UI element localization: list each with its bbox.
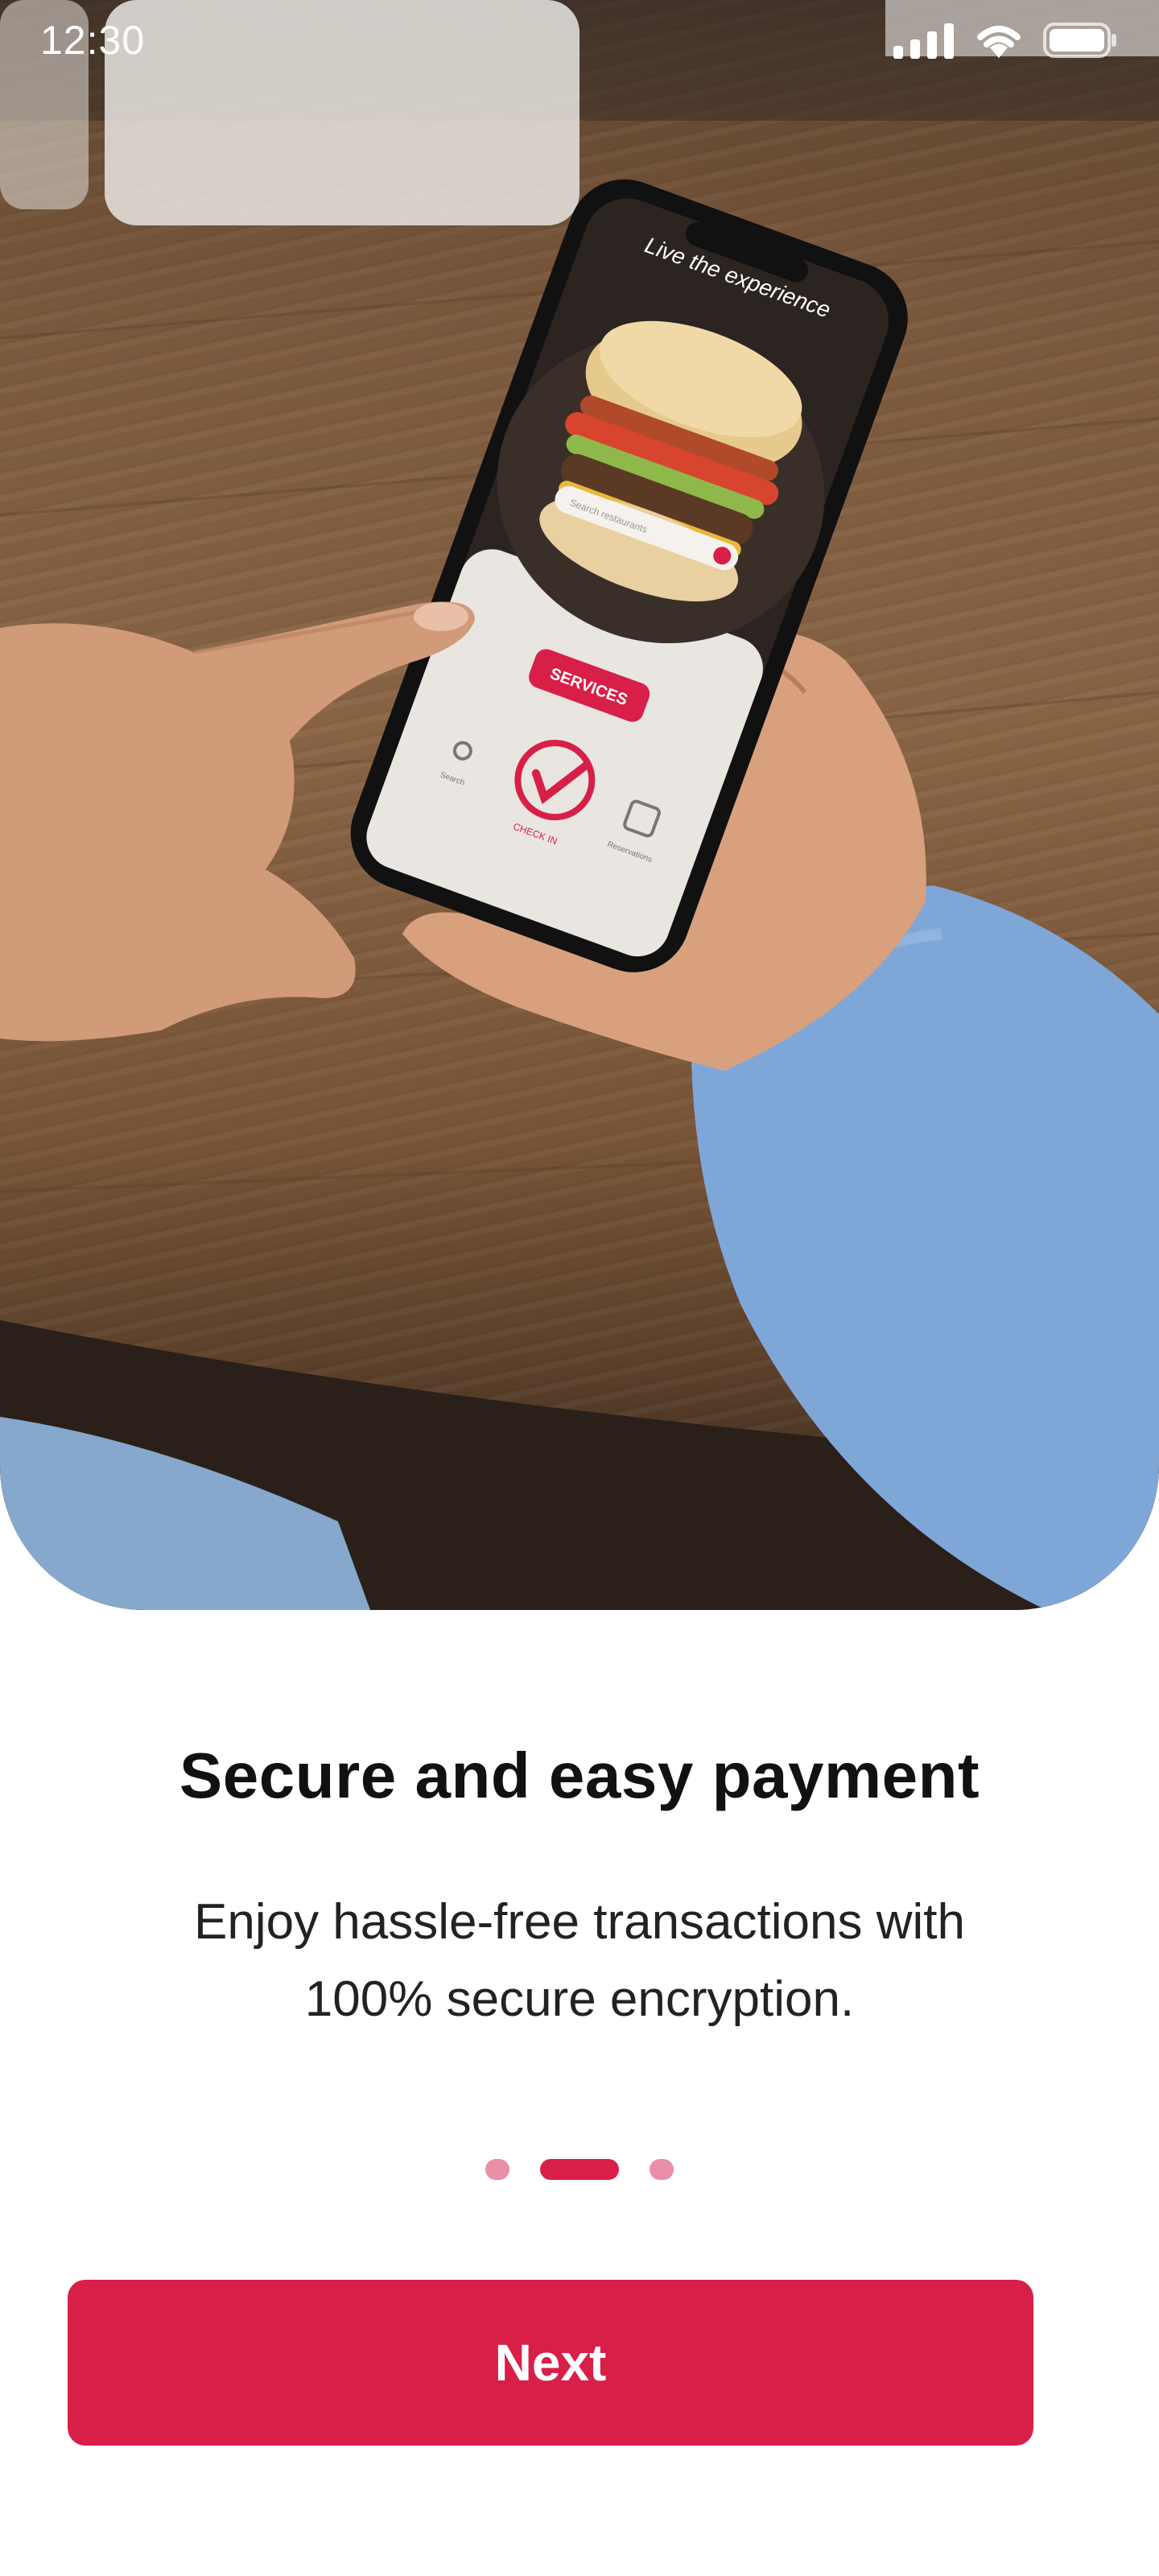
onboarding-screen: Live the experience SERVICES CHECK IN Se… (0, 0, 1159, 2576)
signal-icon (893, 22, 955, 59)
status-time: 12:30 (40, 18, 146, 63)
page-subtitle: Enjoy hassle-free transactions with 100%… (193, 1894, 965, 2027)
page-dot-1[interactable] (485, 2159, 509, 2180)
wifi-icon (972, 21, 1025, 60)
page-dot-2-active[interactable] (540, 2159, 619, 2180)
next-button[interactable]: Next (68, 2280, 1033, 2446)
page-dot-3[interactable] (650, 2159, 674, 2180)
status-icons (893, 21, 1117, 60)
status-bar: 12:30 (0, 0, 1159, 80)
page-title: Secure and easy payment (179, 1740, 980, 1811)
page-indicator (0, 2159, 1159, 2180)
hero-image: Live the experience SERVICES CHECK IN Se… (0, 0, 1159, 1610)
battery-icon (1043, 21, 1117, 60)
